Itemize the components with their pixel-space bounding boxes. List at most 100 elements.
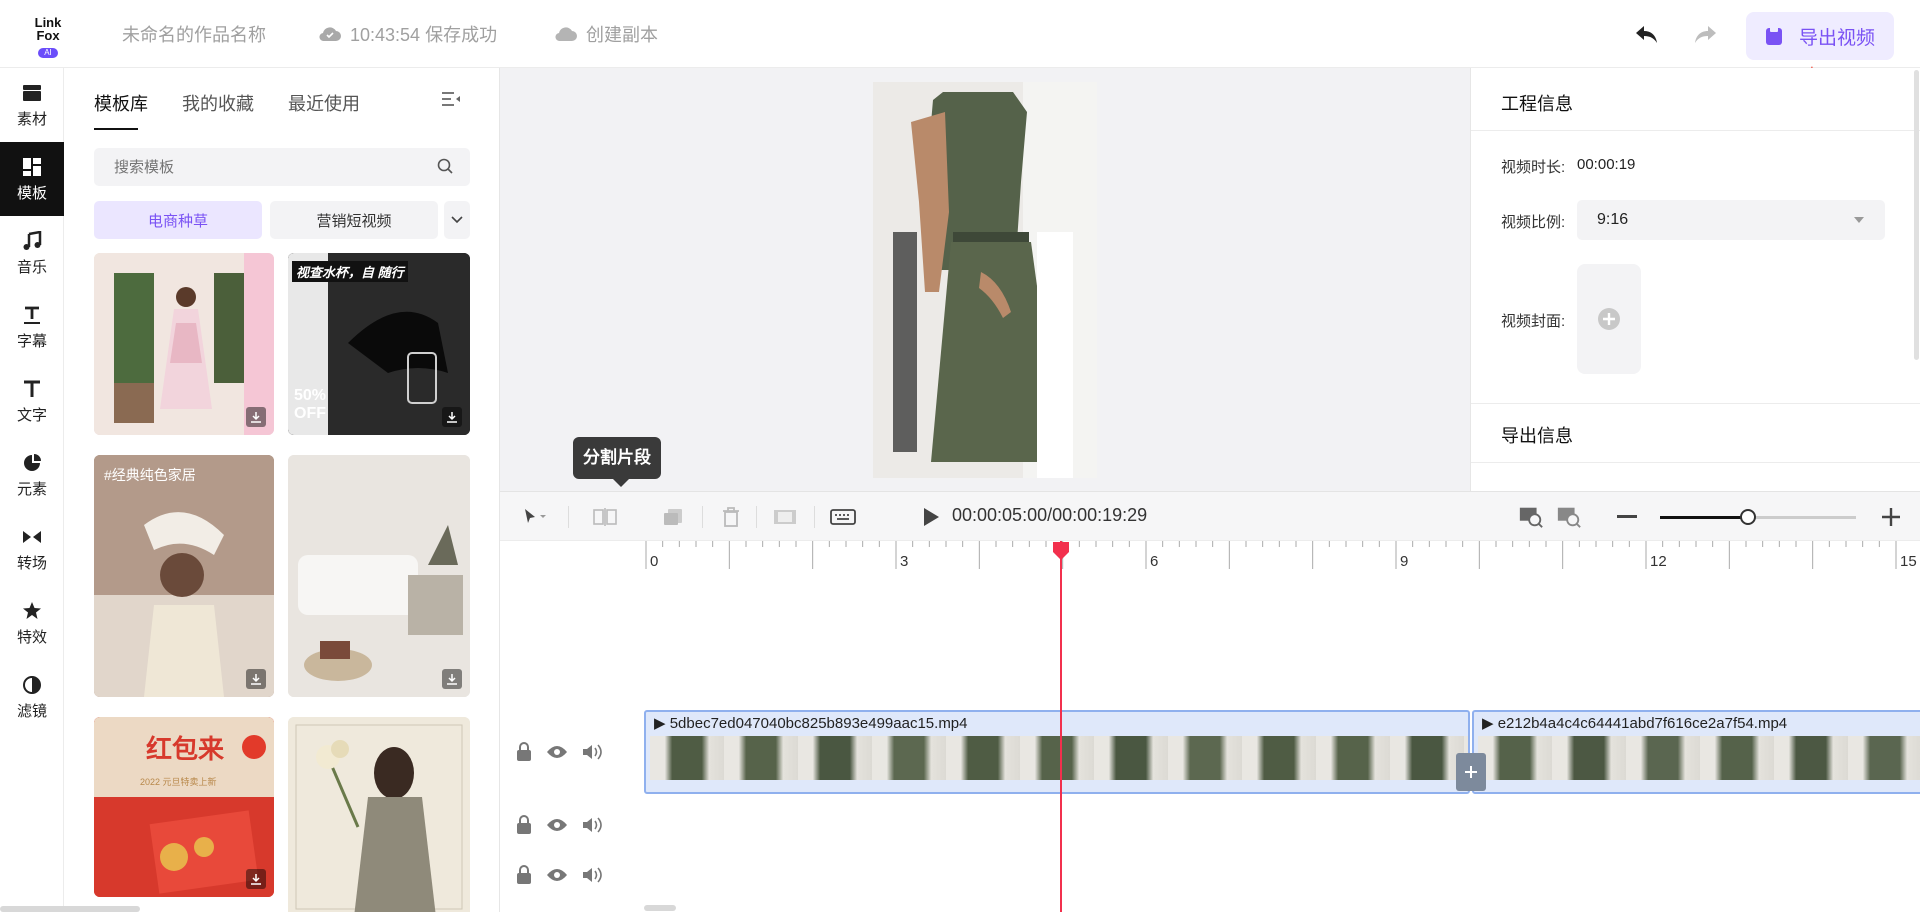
undo-button[interactable] — [1630, 18, 1664, 52]
category-chip-ecommerce[interactable]: 电商种草 — [94, 201, 262, 239]
nav-label-transition: 转场 — [16, 554, 47, 572]
select-tool-button[interactable] — [522, 504, 548, 530]
volume-icon[interactable] — [582, 743, 604, 761]
clip-play-icon: ▶ — [1482, 715, 1494, 732]
zoom-out-button[interactable] — [1614, 504, 1640, 530]
text-icon — [21, 378, 43, 400]
zoom-in-button[interactable] — [1878, 504, 1904, 530]
nav-item-effect[interactable]: 特效 — [0, 586, 64, 660]
thumb-illustration — [94, 455, 274, 697]
tab-template-library[interactable]: 模板库 — [94, 90, 148, 130]
ratio-select-value: 9:16 — [1597, 211, 1629, 228]
eye-icon[interactable] — [546, 745, 568, 759]
lock-icon[interactable] — [516, 865, 532, 885]
clip-filename: e212b4a4c4c64441abd7f616ce2a7f54.mp4 — [1497, 715, 1788, 732]
search-icon[interactable] — [437, 158, 454, 180]
top-bar: Link Fox AI 未命名的作品名称 10:43:54 保存成功 创建副本 … — [0, 0, 1920, 68]
template-thumb-living-room[interactable] — [288, 455, 470, 697]
playhead-line — [1060, 541, 1062, 912]
lock-icon[interactable] — [516, 742, 532, 762]
volume-icon[interactable] — [582, 866, 604, 884]
delete-clip-button[interactable] — [718, 504, 744, 530]
download-button[interactable] — [442, 407, 462, 427]
filter-icon — [21, 674, 43, 696]
save-status: 10:43:54 保存成功 — [318, 22, 497, 48]
zoom-fit-button[interactable] — [1518, 504, 1544, 530]
clip-frame-thumbnail — [946, 736, 1020, 780]
playhead-handle[interactable] — [1052, 541, 1070, 561]
subtitle-icon — [21, 304, 43, 326]
download-button[interactable] — [246, 407, 266, 427]
category-chip-marketing[interactable]: 营销短视频 — [270, 201, 438, 239]
eye-icon[interactable] — [546, 818, 568, 832]
play-button[interactable] — [918, 504, 944, 530]
clip-frame-thumbnail — [1774, 736, 1848, 780]
download-button[interactable] — [442, 669, 462, 689]
volume-icon[interactable] — [582, 816, 604, 834]
cloud-check-icon — [318, 23, 342, 49]
video-clip-2[interactable]: ▶ e212b4a4c4c64441abd7f616ce2a7f54.mp4 — [1472, 710, 1920, 794]
thumb-sale-percent: 50% — [294, 387, 327, 404]
copy-icon — [664, 509, 682, 525]
timeline-horizontal-scrollbar[interactable] — [644, 905, 676, 911]
create-copy-label: 创建副本 — [586, 25, 658, 45]
split-clip-button[interactable] — [592, 504, 618, 530]
nav-label-text: 文字 — [16, 406, 47, 424]
keyboard-icon — [830, 509, 856, 525]
eye-icon[interactable] — [546, 868, 568, 882]
undo-icon — [1636, 26, 1657, 43]
lock-icon[interactable] — [516, 815, 532, 835]
time-ruler[interactable] — [644, 541, 1920, 571]
template-thumb-red-envelope[interactable]: 红包来 2022 元旦特卖上新 — [94, 717, 274, 897]
freeze-frame-button[interactable] — [772, 504, 798, 530]
ratio-select[interactable]: 9:16 — [1577, 200, 1885, 240]
create-copy-button[interactable]: 创建副本 — [554, 22, 658, 48]
nav-item-filter[interactable]: 滤镜 — [0, 660, 64, 734]
tab-my-favorites[interactable]: 我的收藏 — [182, 90, 254, 116]
zoom-slider-knob[interactable] — [1740, 509, 1757, 525]
thumb-hongbao-title: 红包来 — [146, 734, 225, 764]
add-cover-button[interactable] — [1577, 264, 1641, 374]
add-transition-button[interactable] — [1456, 753, 1486, 791]
ratio-label: 视频比例: — [1501, 214, 1566, 231]
template-thumb-cup-sale[interactable]: 视查水杯，自 随行 50% OFF — [288, 253, 470, 435]
redo-button[interactable] — [1688, 18, 1722, 52]
nav-item-element[interactable]: 元素 — [0, 438, 64, 512]
export-video-label: 导出视频 — [1798, 27, 1875, 49]
zoom-reset-button[interactable] — [1556, 504, 1582, 530]
divider — [568, 506, 569, 528]
nav-item-subtitle[interactable]: 字幕 — [0, 290, 64, 364]
tab-recently-used[interactable]: 最近使用 — [288, 90, 360, 116]
download-button[interactable] — [246, 869, 266, 889]
nav-item-music[interactable]: 音乐 — [0, 216, 64, 290]
clip-frame-thumbnail — [1626, 736, 1700, 780]
linkfox-logo[interactable]: Link Fox AI — [28, 16, 68, 58]
nav-item-transition[interactable]: 转场 — [0, 512, 64, 586]
search-input[interactable] — [94, 148, 414, 186]
template-thumb-floral-dress[interactable] — [94, 253, 274, 435]
redo-icon — [1695, 26, 1716, 43]
right-panel-scrollbar[interactable] — [1914, 70, 1919, 360]
project-info-title: 工程信息 — [1501, 94, 1573, 114]
video-clip-1[interactable]: ▶ 5dbec7ed047040bc825b893e499aac15.mp4 — [644, 710, 1470, 794]
zoom-slider[interactable] — [1660, 509, 1856, 525]
copy-clip-button[interactable] — [660, 504, 686, 530]
download-button[interactable] — [246, 669, 266, 689]
logo-line2: Fox — [36, 28, 60, 43]
template-thumb-flower-woman[interactable] — [288, 717, 470, 912]
nav-item-template[interactable]: 模板 — [0, 142, 64, 216]
nav-item-text[interactable]: 文字 — [0, 364, 64, 438]
collapse-panel-button[interactable] — [440, 90, 464, 110]
plus-circle-icon — [1598, 308, 1620, 330]
export-video-button[interactable]: 导出视频 — [1746, 12, 1894, 60]
chevron-down-icon — [451, 216, 463, 224]
panel-horizontal-scrollbar[interactable] — [0, 906, 140, 912]
ruler-tick-label: 6 — [1150, 553, 1159, 570]
project-name[interactable]: 未命名的作品名称 — [122, 22, 266, 48]
more-categories-button[interactable] — [444, 201, 470, 239]
template-thumb-home-style[interactable]: #经典纯色家居 — [94, 455, 274, 697]
video-preview-frame[interactable] — [873, 82, 1097, 478]
nav-item-material[interactable]: 素材 — [0, 68, 64, 142]
shortcuts-button[interactable] — [830, 504, 856, 530]
ruler-tick-label: 0 — [650, 553, 659, 570]
